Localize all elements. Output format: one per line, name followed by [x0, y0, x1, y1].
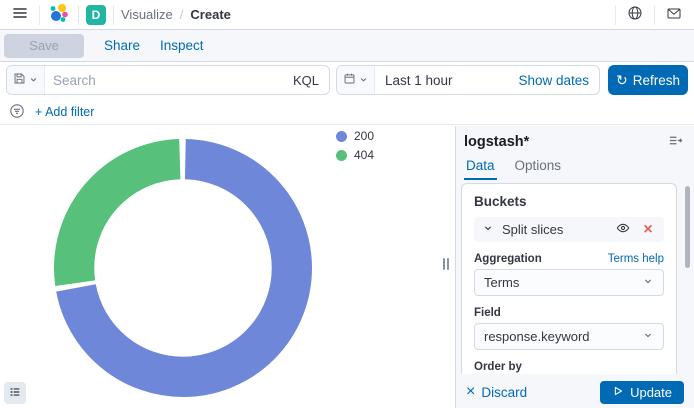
header-divider: [615, 5, 616, 25]
saved-query-menu-button[interactable]: [7, 66, 45, 94]
order-by-label: Order by: [474, 361, 522, 373]
date-quick-menu-button[interactable]: [337, 66, 375, 94]
filter-options-button[interactable]: [8, 103, 26, 121]
discard-x-icon: ×: [466, 384, 475, 400]
split-slices-row[interactable]: Split slices ×: [474, 217, 664, 242]
editor-side-panel: logstash* Data Options Buckets: [455, 126, 694, 408]
globe-icon: [627, 5, 643, 24]
header-divider: [78, 5, 79, 25]
index-pattern-title: logstash*: [464, 134, 529, 150]
legend-toggle-button[interactable]: [4, 382, 26, 404]
breadcrumb-create: Create: [190, 7, 230, 22]
list-icon: [8, 385, 22, 402]
chevron-down-icon: [482, 222, 494, 237]
header-divider: [654, 5, 655, 25]
chevron-down-icon: [358, 73, 369, 88]
add-filter-button[interactable]: + Add filter: [35, 105, 94, 119]
refresh-button[interactable]: ↻ Refresh: [608, 65, 688, 95]
tab-data[interactable]: Data: [464, 158, 497, 180]
panel-action-bar: × Discard Update: [456, 376, 694, 408]
elastic-logo-button[interactable]: [47, 3, 71, 27]
chevron-down-icon: [28, 73, 39, 88]
filter-bar: + Add filter: [0, 100, 694, 125]
breadcrumb: Visualize / Create: [121, 7, 231, 22]
panel-body: Buckets Split slices ×: [461, 183, 677, 374]
aggregation-label: Aggregation: [474, 253, 542, 265]
update-label: Update: [630, 385, 672, 400]
filter-circle-icon: [9, 103, 25, 122]
legend-label: 200: [354, 129, 374, 143]
panel-scrollbar[interactable]: [685, 186, 690, 268]
search-bar-group: KQL: [6, 65, 330, 95]
globe-button[interactable]: [623, 3, 647, 27]
remove-bucket-button[interactable]: ×: [640, 222, 656, 238]
aggregation-value: Terms: [484, 275, 519, 290]
legend-dot-icon: [336, 150, 347, 161]
chevron-down-icon: [642, 329, 654, 344]
panel-tabs: Data Options: [464, 158, 684, 180]
space-avatar[interactable]: D: [86, 5, 106, 25]
terms-help-link[interactable]: Terms help: [608, 253, 664, 265]
app-toolbar: Save Share Inspect: [0, 30, 694, 62]
breadcrumb-separator: /: [180, 7, 184, 22]
legend-label: 404: [354, 148, 374, 162]
legend-item[interactable]: 404: [336, 148, 374, 162]
aggregation-select[interactable]: Terms: [474, 269, 664, 296]
elastic-logo-icon: [48, 2, 70, 27]
main-content: 200404 logstash*: [0, 126, 694, 408]
eye-icon: [616, 221, 630, 238]
menu-right-icon: [668, 133, 683, 151]
play-icon: [612, 385, 624, 400]
chart-legend: 200404: [336, 129, 374, 162]
toggle-visibility-button[interactable]: [614, 221, 632, 239]
donut-group: [74, 159, 292, 377]
mail-button[interactable]: [662, 3, 686, 27]
legend-dot-icon: [336, 131, 347, 142]
legend-item[interactable]: 200: [336, 129, 374, 143]
buckets-card: Buckets Split slices ×: [461, 183, 677, 374]
visualization-area: 200404: [0, 126, 455, 408]
breadcrumb-visualize[interactable]: Visualize: [121, 7, 173, 22]
collapse-panel-button[interactable]: [666, 133, 684, 151]
top-header: D Visualize / Create: [0, 0, 694, 30]
time-picker-group: Last 1 hour Show dates: [336, 65, 600, 95]
remove-x-icon: ×: [643, 222, 652, 238]
refresh-icon: ↻: [616, 73, 628, 87]
header-divider: [39, 5, 40, 25]
share-button[interactable]: Share: [104, 38, 140, 53]
field-label: Field: [474, 307, 501, 319]
buckets-title: Buckets: [474, 194, 664, 209]
hamburger-menu-button[interactable]: [8, 3, 32, 27]
split-slices-label: Split slices: [502, 222, 606, 237]
tab-options[interactable]: Options: [513, 158, 564, 180]
query-language-button[interactable]: KQL: [283, 73, 329, 88]
donut-chart: [54, 139, 312, 397]
panel-resize-handle[interactable]: [443, 258, 449, 270]
panel-header: logstash* Data Options: [456, 126, 694, 180]
field-select[interactable]: response.keyword: [474, 323, 664, 350]
search-input[interactable]: [45, 73, 283, 88]
inspect-button[interactable]: Inspect: [160, 38, 204, 53]
query-bar: KQL Last 1 hour Show dates ↻ Refresh: [0, 62, 694, 100]
hamburger-icon: [12, 5, 28, 24]
discard-button[interactable]: × Discard: [466, 384, 527, 400]
update-button[interactable]: Update: [600, 381, 684, 404]
mail-icon: [666, 5, 682, 24]
calendar-icon: [343, 72, 356, 88]
header-divider: [113, 5, 114, 25]
time-range-value[interactable]: Last 1 hour: [375, 73, 518, 88]
field-value: response.keyword: [484, 329, 590, 344]
show-dates-button[interactable]: Show dates: [518, 73, 599, 88]
chevron-down-icon: [642, 275, 654, 290]
save-query-icon: [13, 72, 26, 88]
refresh-label: Refresh: [633, 73, 680, 88]
discard-label: Discard: [481, 385, 527, 400]
save-button[interactable]: Save: [4, 34, 84, 58]
